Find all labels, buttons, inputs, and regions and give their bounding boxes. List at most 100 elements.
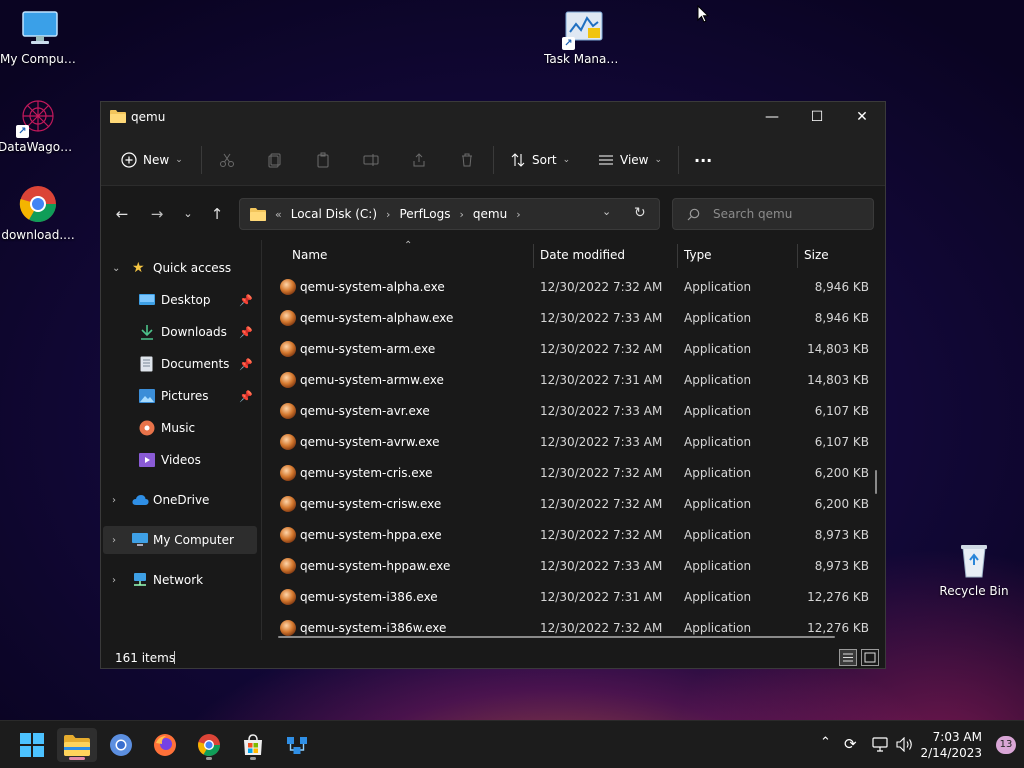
datawagon-logo-icon: ↗ — [16, 96, 58, 138]
qemu-app-icon — [280, 465, 296, 481]
address-bar[interactable]: « Local Disk (C:) › PerfLogs › qemu › ⌄ … — [239, 198, 660, 230]
document-icon — [140, 356, 153, 372]
sidebar-item-network[interactable]: › Network — [103, 566, 257, 594]
file-type: Application — [684, 280, 752, 294]
sync-icon[interactable]: ⟳ — [844, 735, 857, 753]
copy-button[interactable] — [267, 147, 283, 173]
sidebar-item-pictures[interactable]: Pictures 📌 — [103, 382, 257, 410]
scissors-icon — [220, 153, 234, 167]
table-row[interactable]: qemu-system-arm.exe 12/30/2022 7:32 AM App… — [262, 334, 885, 365]
file-size: 6,107 KB — [814, 404, 869, 418]
notification-badge[interactable]: 13 — [996, 736, 1016, 754]
file-size: 8,946 KB — [814, 280, 869, 294]
desktop-icon-recycle-bin[interactable]: Recycle Bin — [934, 540, 1014, 598]
table-row[interactable]: qemu-system-alpha.exe 12/30/2022 7:32 AM A… — [262, 272, 885, 303]
sidebar-item-quick-access[interactable]: ⌄ ★ Quick access — [103, 254, 257, 282]
display-icon[interactable] — [872, 737, 888, 752]
taskbar-firefox[interactable] — [145, 728, 185, 762]
taskbar-app[interactable] — [277, 728, 317, 762]
more-options-button[interactable]: ··· — [694, 147, 712, 173]
search-box[interactable]: Search qemu — [672, 198, 874, 230]
qemu-app-icon — [280, 589, 296, 605]
share-button[interactable] — [411, 147, 427, 173]
tiles-view-button[interactable] — [861, 649, 879, 666]
recent-locations-button[interactable]: ⌄ — [176, 203, 200, 225]
taskbar-microsoft-store[interactable] — [233, 728, 273, 762]
table-row[interactable]: qemu-system-hppaw.exe 12/30/2022 7:33 AM A… — [262, 551, 885, 582]
file-name: qemu-system-hppaw.exe — [300, 559, 451, 573]
desktop-icon-my-computer[interactable]: My Computer — [0, 8, 80, 66]
delete-button[interactable] — [459, 147, 475, 173]
folder-icon — [64, 735, 90, 756]
table-row[interactable]: qemu-system-avrw.exe 12/30/2022 7:33 AM Ap… — [262, 427, 885, 458]
search-placeholder: Search qemu — [713, 207, 793, 221]
tiles-view-icon — [864, 652, 876, 663]
sort-button[interactable]: Sort ⌄ — [510, 147, 570, 173]
chevron-down-icon: ⌄ — [112, 262, 121, 274]
table-row[interactable]: qemu-system-armw.exe 12/30/2022 7:31 AM Ap… — [262, 365, 885, 396]
address-dropdown-icon[interactable]: ⌄ — [602, 205, 611, 218]
table-row[interactable]: qemu-system-crisw.exe 12/30/2022 7:32 AM A… — [262, 489, 885, 520]
cut-button[interactable] — [219, 147, 235, 173]
sidebar-item-downloads[interactable]: Downloads 📌 — [103, 318, 257, 346]
paste-button[interactable] — [315, 147, 331, 173]
sidebar-item-desktop[interactable]: Desktop 📌 — [103, 286, 257, 314]
taskbar-chrome[interactable] — [189, 728, 229, 762]
view-button[interactable]: View ⌄ — [598, 147, 662, 173]
folder-icon — [110, 110, 126, 123]
show-hidden-icons-chevron-icon[interactable]: ⌃ — [820, 735, 831, 750]
new-button[interactable]: New ⌄ — [121, 147, 183, 173]
horizontal-scrollbar-thumb[interactable] — [278, 636, 835, 638]
sidebar-item-documents[interactable]: Documents 📌 — [103, 350, 257, 378]
column-divider[interactable] — [797, 244, 798, 268]
file-name: qemu-system-cris.exe — [300, 466, 433, 480]
network-icon — [134, 572, 146, 586]
close-button[interactable]: ✕ — [839, 102, 885, 132]
title-bar[interactable]: qemu — ☐ ✕ — [101, 102, 885, 132]
desktop-icon-datawagon[interactable]: ↗ DataWagon... — [0, 96, 78, 154]
table-row[interactable]: qemu-system-cris.exe 12/30/2022 7:32 AM Ap… — [262, 458, 885, 489]
vertical-scrollbar-thumb[interactable] — [875, 470, 877, 494]
volume-icon[interactable] — [896, 737, 914, 752]
clock[interactable]: 7:03 AM 2/14/2023 — [920, 729, 982, 761]
table-row[interactable]: qemu-system-avr.exe 12/30/2022 7:33 AM App… — [262, 396, 885, 427]
breadcrumb-perflogs[interactable]: PerfLogs — [399, 207, 450, 221]
back-button[interactable]: ← — [110, 203, 134, 225]
table-row[interactable]: qemu-system-i386.exe 12/30/2022 7:31 AM Ap… — [262, 582, 885, 613]
cloud-icon — [132, 495, 149, 505]
desktop-icon-download[interactable]: download.... — [0, 184, 78, 242]
sidebar-item-onedrive[interactable]: › OneDrive — [103, 486, 257, 514]
taskbar-chromium[interactable] — [101, 728, 141, 762]
sidebar-item-music[interactable]: Music — [103, 414, 257, 442]
refresh-icon[interactable]: ↻ — [634, 205, 646, 221]
file-size: 12,276 KB — [807, 621, 869, 635]
taskbar-file-explorer[interactable] — [57, 728, 97, 762]
table-row[interactable]: qemu-system-hppa.exe 12/30/2022 7:32 AM Ap… — [262, 520, 885, 551]
rename-button[interactable] — [363, 147, 379, 173]
table-row[interactable]: qemu-system-alphaw.exe 12/30/2022 7:33 AM… — [262, 303, 885, 334]
minimize-button[interactable]: — — [749, 102, 795, 132]
navigation-row: ← → ⌄ ↑ « Local Disk (C:) › PerfLogs › q… — [101, 186, 885, 240]
share-icon — [413, 153, 425, 167]
new-label: New — [143, 153, 170, 167]
sidebar-item-my-computer[interactable]: › My Computer — [103, 526, 257, 554]
shortcut-arrow-icon: ↗ — [16, 125, 29, 138]
up-button[interactable]: ↑ — [205, 203, 229, 225]
breadcrumb-local-disk[interactable]: Local Disk (C:) — [291, 207, 377, 221]
clock-time: 7:03 AM — [932, 730, 982, 744]
maximize-button[interactable]: ☐ — [794, 102, 840, 132]
monitor-icon — [132, 533, 148, 546]
sidebar-item-label: Pictures — [161, 389, 209, 403]
start-button[interactable] — [12, 728, 52, 762]
column-divider[interactable] — [677, 244, 678, 268]
desktop-icon-task-manager[interactable]: ↗ Task Manager — [544, 8, 624, 66]
toolbar-divider — [201, 146, 202, 174]
forward-button[interactable]: → — [145, 203, 169, 225]
qemu-app-icon — [280, 403, 296, 419]
breadcrumb-overflow[interactable]: « — [275, 208, 282, 221]
column-divider[interactable] — [533, 244, 534, 268]
toolbar-divider — [493, 146, 494, 174]
breadcrumb-qemu[interactable]: qemu — [473, 207, 507, 221]
details-view-button[interactable] — [839, 649, 857, 666]
sidebar-item-videos[interactable]: Videos — [103, 446, 257, 474]
